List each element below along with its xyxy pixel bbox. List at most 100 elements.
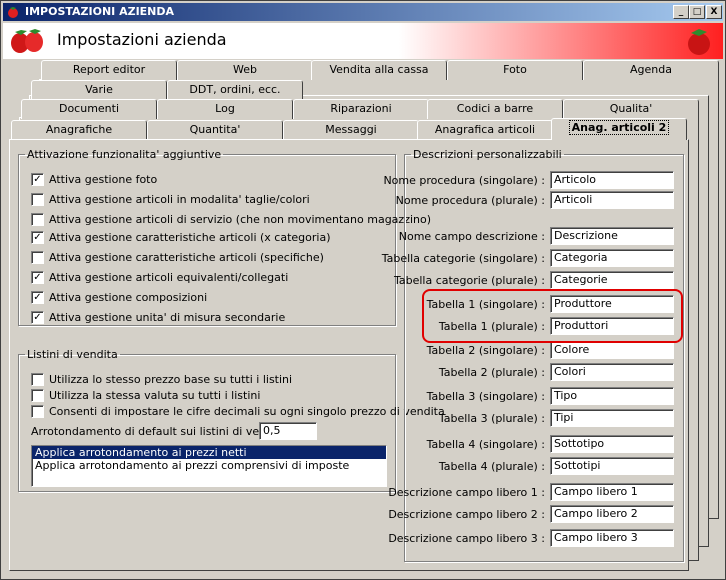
tabella2-plurale-input[interactable]: Colori (550, 363, 674, 381)
categorie-singolare-label: Tabella categorie (singolare) : (381, 252, 545, 265)
nome-procedura-singolare-input[interactable]: Articolo (550, 171, 674, 189)
checkbox-label: Utilizza lo stesso prezzo base su tutti … (49, 373, 293, 386)
tab-agenda[interactable]: Agenda (583, 60, 719, 80)
window-title: IMPOSTAZIONI AZIENDA (25, 5, 175, 18)
checkbox-label: Utilizza la stessa valuta su tutti i lis… (49, 389, 261, 402)
nome-procedura-plurale-input[interactable]: Articoli (550, 191, 674, 209)
tabella2-singolare-input[interactable]: Colore (550, 341, 674, 359)
tabella4-plurale-label: Tabella 4 (plurale) : (438, 460, 545, 473)
nome-campo-descrizione-input[interactable]: Descrizione (550, 227, 674, 245)
chk-cifre-decimali[interactable]: Consenti di impostare le cifre decimali … (31, 404, 445, 419)
campo-libero-1-input[interactable]: Campo libero 1 (550, 483, 674, 501)
checkbox-label: Attiva gestione articoli equivalenti/col… (49, 271, 289, 284)
checkbox-checked-icon: ✓ (31, 270, 44, 284)
tab-log[interactable]: Log (157, 99, 293, 119)
tabella1-plurale-input[interactable]: Produttori (550, 317, 674, 335)
checkbox-label: Attiva gestione unita' di misura seconda… (49, 311, 286, 324)
chk-stesso-prezzo[interactable]: Utilizza lo stesso prezzo base su tutti … (31, 372, 293, 387)
application-window: IMPOSTAZIONI AZIENDA _ □ X Impostazioni … (0, 0, 726, 580)
tabella4-singolare-label: Tabella 4 (singolare) : (426, 438, 545, 451)
header-banner: Impostazioni azienda (3, 23, 723, 59)
maximize-button[interactable]: □ (689, 5, 705, 19)
categorie-singolare-input[interactable]: Categoria (550, 249, 674, 267)
checkbox-unchecked-icon (31, 212, 44, 226)
checkbox-label: Attiva gestione articoli di servizio (ch… (49, 213, 432, 226)
tabella1-plurale-label: Tabella 1 (plurale) : (438, 320, 545, 333)
list-item[interactable]: Applica arrotondamento ai prezzi compren… (32, 459, 386, 472)
tab-anagrafica-articoli[interactable]: Anagrafica articoli (417, 120, 553, 140)
chk-composizioni[interactable]: ✓ Attiva gestione composizioni (31, 290, 208, 305)
nome-procedura-singolare-label: Nome procedura (singolare) : (383, 174, 545, 187)
nome-campo-descrizione-label: Nome campo descrizione : (398, 230, 545, 243)
campo-libero-1-label: Descrizione campo libero 1 : (388, 486, 545, 499)
checkbox-label: Consenti di impostare le cifre decimali … (49, 405, 445, 418)
tab-varie[interactable]: Varie (31, 80, 167, 100)
tab-qualita[interactable]: Qualita' (563, 99, 699, 119)
tab-report-editor[interactable]: Report editor (41, 60, 177, 80)
chk-taglie-colori[interactable]: Attiva gestione articoli in modalita' ta… (31, 192, 310, 207)
tabella3-singolare-label: Tabella 3 (singolare) : (426, 390, 545, 403)
strawberry-icon (8, 7, 18, 18)
tabella1-singolare-input[interactable]: Produttore (550, 295, 674, 313)
chk-stessa-valuta[interactable]: Utilizza la stessa valuta su tutti i lis… (31, 388, 261, 403)
attivazione-legend: Attivazione funzionalita' aggiuntive (27, 148, 222, 161)
campo-libero-3-input[interactable]: Campo libero 3 (550, 529, 674, 547)
tab-anag-articoli-2-label: Anag. articoli 2 (568, 120, 670, 135)
tab-riparazioni[interactable]: Riparazioni (293, 99, 429, 119)
tab-anagrafiche[interactable]: Anagrafiche (11, 120, 147, 140)
checkbox-label: Attiva gestione articoli in modalita' ta… (49, 193, 310, 206)
descrizioni-legend: Descrizioni personalizzabili (413, 148, 562, 161)
chk-attiva-foto[interactable]: ✓ Attiva gestione foto (31, 172, 158, 187)
tab-messaggi[interactable]: Messaggi (283, 120, 419, 140)
tab-ddt-ordini[interactable]: DDT, ordini, ecc. (167, 80, 303, 100)
checkbox-unchecked-icon (31, 250, 44, 264)
checkbox-label: Attiva gestione composizioni (49, 291, 208, 304)
nome-procedura-plurale-label: Nome procedura (plurale) : (395, 194, 545, 207)
chk-articoli-servizio[interactable]: Attiva gestione articoli di servizio (ch… (31, 212, 432, 227)
campo-libero-2-input[interactable]: Campo libero 2 (550, 505, 674, 523)
rounding-mode-list[interactable]: Applica arrotondamento ai prezzi netti A… (31, 445, 387, 487)
categorie-plurale-label: Tabella categorie (plurale) : (393, 274, 545, 287)
tabella3-plurale-input[interactable]: Tipi (550, 409, 674, 427)
header-title: Impostazioni azienda (57, 30, 227, 49)
tab-quantita[interactable]: Quantita' (147, 120, 283, 140)
strawberry-icon (688, 29, 710, 55)
listini-legend: Listini di vendita (27, 348, 118, 361)
tab-foto[interactable]: Foto (447, 60, 583, 80)
chk-caratteristiche-categoria[interactable]: ✓ Attiva gestione caratteristiche articol… (31, 230, 331, 245)
tabella1-singolare-label: Tabella 1 (singolare) : (426, 298, 545, 311)
minimize-button[interactable]: _ (673, 5, 689, 19)
chk-caratteristiche-specifiche[interactable]: Attiva gestione caratteristiche articoli… (31, 250, 324, 265)
tabella3-plurale-label: Tabella 3 (plurale) : (438, 412, 545, 425)
tabella4-singolare-input[interactable]: Sottotipo (550, 435, 674, 453)
checkbox-checked-icon: ✓ (31, 290, 44, 304)
checkbox-unchecked-icon (31, 388, 44, 402)
categorie-plurale-input[interactable]: Categorie (550, 271, 674, 289)
checkbox-label: Attiva gestione caratteristiche articoli… (49, 231, 331, 244)
title-bar[interactable]: IMPOSTAZIONI AZIENDA _ □ X (3, 3, 723, 21)
list-item-selected[interactable]: Applica arrotondamento ai prezzi netti (32, 446, 386, 459)
tabella3-singolare-input[interactable]: Tipo (550, 387, 674, 405)
checkbox-checked-icon: ✓ (31, 172, 44, 186)
close-button[interactable]: X (706, 5, 722, 19)
rounding-label: Arrotondamento di default sui listini di… (31, 425, 295, 438)
checkbox-label: Attiva gestione caratteristiche articoli… (49, 251, 324, 264)
tab-anag-articoli-2[interactable]: Anag. articoli 2 (551, 118, 687, 140)
checkbox-unchecked-icon (31, 192, 44, 206)
attivazione-group: Attivazione funzionalita' aggiuntive ✓ At… (18, 148, 431, 326)
listini-group: Listini di vendita Utilizza lo stesso pr… (18, 348, 445, 492)
tabella4-plurale-input[interactable]: Sottotipi (550, 457, 674, 475)
tab-vendita-cassa[interactable]: Vendita alla cassa (311, 60, 447, 80)
rounding-input[interactable]: 0,5 (259, 422, 317, 440)
campo-libero-2-label: Descrizione campo libero 2 : (388, 508, 545, 521)
campo-libero-3-label: Descrizione campo libero 3 : (388, 532, 545, 545)
tabella2-plurale-label: Tabella 2 (plurale) : (438, 366, 545, 379)
chk-unita-misura[interactable]: ✓ Attiva gestione unita' di misura second… (31, 310, 286, 325)
chk-articoli-equivalenti[interactable]: ✓ Attiva gestione articoli equivalenti/co… (31, 270, 289, 285)
checkbox-unchecked-icon (31, 404, 44, 418)
tab-web[interactable]: Web (177, 60, 313, 80)
tab-codici-barre[interactable]: Codici a barre (427, 99, 563, 119)
strawberries-icon (11, 29, 43, 53)
tab-documenti[interactable]: Documenti (21, 99, 157, 119)
checkbox-label: Attiva gestione foto (49, 173, 158, 186)
